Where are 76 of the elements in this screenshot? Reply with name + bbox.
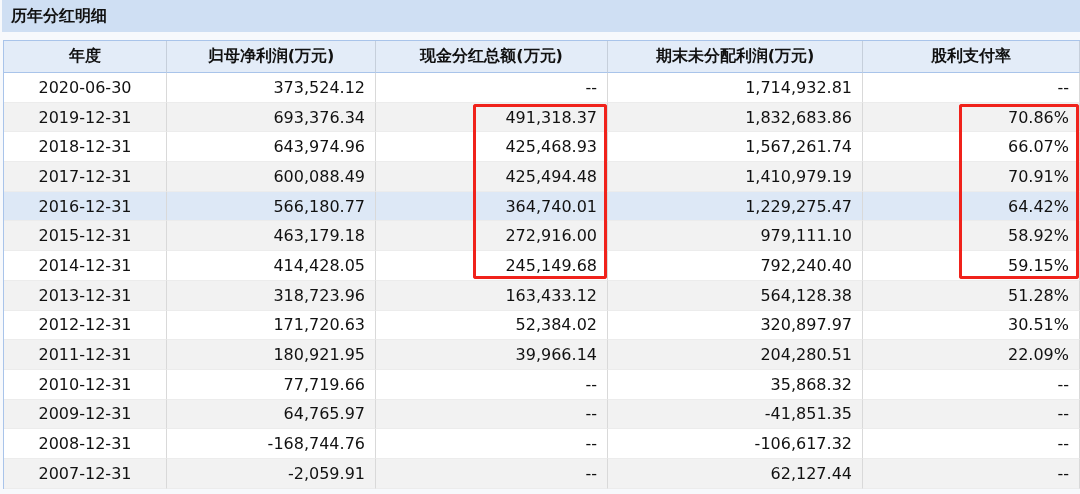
table-cell: 425,468.93 [376, 132, 608, 163]
table-cell: 66.07% [863, 132, 1080, 163]
table-cell: 77,719.66 [167, 369, 376, 400]
table-cell: -2,059.91 [167, 458, 376, 489]
table-cell: 39,966.14 [376, 340, 608, 370]
table-cell: 2008-12-31 [4, 429, 167, 459]
table-cell: 2013-12-31 [4, 280, 167, 311]
table-cell: 2007-12-31 [4, 458, 167, 489]
table-cell: 70.86% [863, 102, 1080, 133]
table-cell: 643,974.96 [167, 132, 376, 163]
panel-title: 历年分红明细 [2, 0, 1080, 32]
table-cell: -168,744.76 [167, 429, 376, 459]
table-cell: -- [376, 399, 608, 430]
table-cell: 64.42% [863, 191, 1080, 222]
table-cell: 64,765.97 [167, 399, 376, 430]
table-cell: 693,376.34 [167, 102, 376, 133]
table-cell: 600,088.49 [167, 162, 376, 192]
table-cell: 364,740.01 [376, 191, 608, 222]
table-cell: -41,851.35 [608, 399, 863, 430]
table-cell: 792,240.40 [608, 251, 863, 281]
table-cell: 2019-12-31 [4, 102, 167, 133]
table-cell: -- [376, 73, 608, 103]
table-cell: 2016-12-31 [4, 191, 167, 222]
table-cell: 245,149.68 [376, 251, 608, 281]
table-cell: -- [863, 429, 1080, 459]
column-header[interactable]: 现金分红总额(万元) [376, 41, 608, 73]
table-cell: 979,111.10 [608, 221, 863, 252]
table-cell: 171,720.63 [167, 310, 376, 341]
table-cell: 463,179.18 [167, 221, 376, 252]
table-cell: 204,280.51 [608, 340, 863, 370]
table-cell: 51.28% [863, 280, 1080, 311]
column-header[interactable]: 年度 [4, 41, 167, 73]
table-cell: 320,897.97 [608, 310, 863, 341]
table-cell: 1,714,932.81 [608, 73, 863, 103]
table-cell: 163,433.12 [376, 280, 608, 311]
column-header[interactable]: 归母净利润(万元) [167, 41, 376, 73]
table-cell: 2018-12-31 [4, 132, 167, 163]
table-cell: -- [863, 369, 1080, 400]
table-cell: 1,410,979.19 [608, 162, 863, 192]
table-cell: 272,916.00 [376, 221, 608, 252]
table-cell: 1,567,261.74 [608, 132, 863, 163]
table-cell: 2010-12-31 [4, 369, 167, 400]
table-cell: -106,617.32 [608, 429, 863, 459]
table-cell: 59.15% [863, 251, 1080, 281]
table-cell: 373,524.12 [167, 73, 376, 103]
table-cell: 180,921.95 [167, 340, 376, 370]
table-cell: -- [376, 429, 608, 459]
table-cell: 22.09% [863, 340, 1080, 370]
table-cell: -- [376, 369, 608, 400]
table-cell: -- [376, 458, 608, 489]
table-cell: 35,868.32 [608, 369, 863, 400]
table-cell: 2009-12-31 [4, 399, 167, 430]
table-cell: 1,832,683.86 [608, 102, 863, 133]
column-header[interactable]: 股利支付率 [863, 41, 1080, 73]
table-cell: -- [863, 399, 1080, 430]
column-header[interactable]: 期末未分配利润(万元) [608, 41, 863, 73]
table-cell: -- [863, 73, 1080, 103]
table-cell: 52,384.02 [376, 310, 608, 341]
table-cell: 2015-12-31 [4, 221, 167, 252]
table-cell: 2020-06-30 [4, 73, 167, 103]
table-cell: -- [863, 458, 1080, 489]
table-cell: 425,494.48 [376, 162, 608, 192]
table-cell: 1,229,275.47 [608, 191, 863, 222]
table-cell: 2017-12-31 [4, 162, 167, 192]
table-cell: 318,723.96 [167, 280, 376, 311]
table-cell: 62,127.44 [608, 458, 863, 489]
table-cell: 566,180.77 [167, 191, 376, 222]
table-cell: 2011-12-31 [4, 340, 167, 370]
table-cell: 564,128.38 [608, 280, 863, 311]
table-cell: 2014-12-31 [4, 251, 167, 281]
table-cell: 491,318.37 [376, 102, 608, 133]
table-cell: 70.91% [863, 162, 1080, 192]
table-cell: 30.51% [863, 310, 1080, 341]
table-cell: 414,428.05 [167, 251, 376, 281]
table-cell: 2012-12-31 [4, 310, 167, 341]
table-cell: 58.92% [863, 221, 1080, 252]
